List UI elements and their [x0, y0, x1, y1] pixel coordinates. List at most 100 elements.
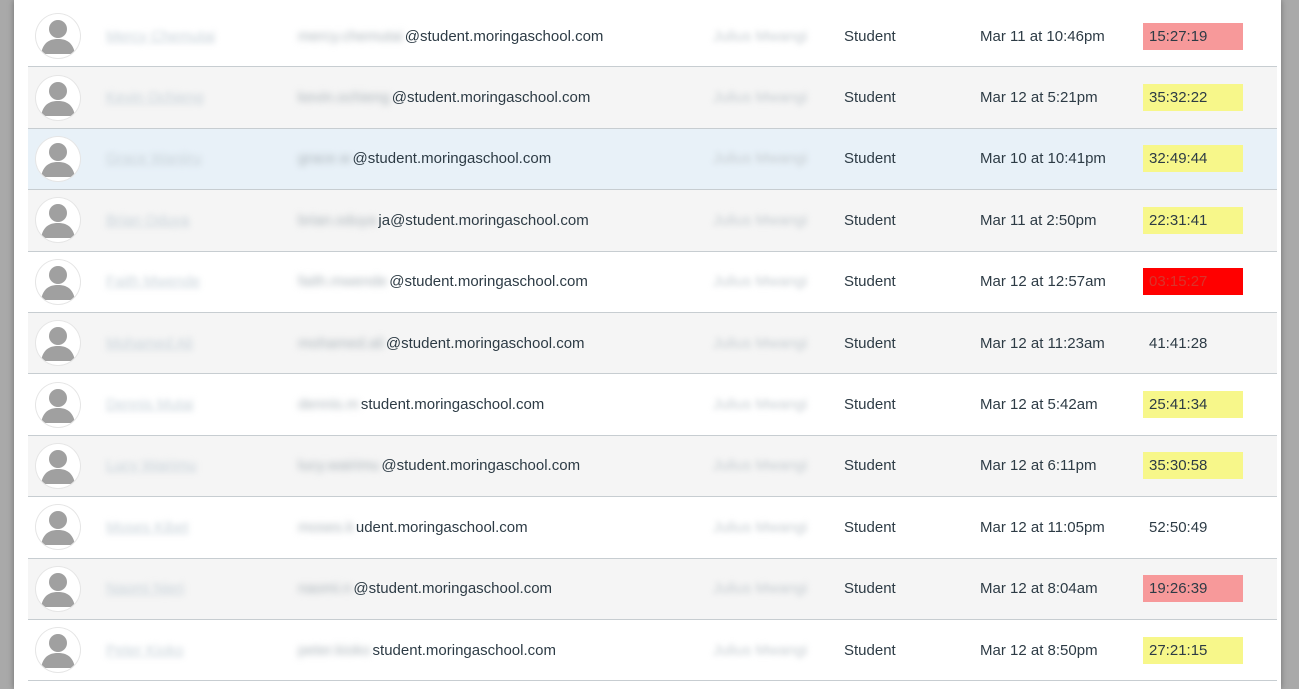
name-cell: Moses Kibet [106, 497, 276, 557]
section-cell: Julius Mwangi [713, 559, 823, 619]
student-name-link[interactable]: Faith Mwende [106, 273, 200, 290]
table-row[interactable]: Naomi Njeri naomi.n @student.moringaschoo… [28, 558, 1277, 620]
avatar[interactable] [36, 321, 80, 366]
last-activity-cell: Mar 12 at 6:11pm [980, 457, 1097, 475]
student-name-link[interactable]: Kevin Ochieng [106, 89, 204, 106]
table-row[interactable]: Kevin Ochieng kevin.ochieng @student.mori… [28, 67, 1277, 129]
total-activity-badge: 41:41:28 [1149, 334, 1208, 352]
role-cell: Student [844, 457, 896, 475]
last-activity-cell: Mar 11 at 10:46pm [980, 27, 1105, 45]
email-cell: peter.kioko student.moringaschool.com [298, 620, 718, 680]
section-cell: Julius Mwangi [713, 620, 823, 680]
role-cell: Student [844, 518, 896, 536]
student-name-link[interactable]: Grace Wanjiru [106, 150, 201, 167]
email-domain: udent.moringaschool.com [355, 518, 528, 536]
student-name-link[interactable]: Moses Kibet [106, 519, 189, 536]
last-activity-cell: Mar 12 at 5:21pm [980, 89, 1098, 107]
name-cell: Peter Kioko [106, 620, 276, 680]
last-activity-cell: Mar 12 at 5:42am [980, 396, 1098, 414]
role-cell: Student [844, 273, 896, 291]
last-activity-cell: Mar 12 at 12:57am [980, 273, 1106, 291]
student-name-link[interactable]: Peter Kioko [106, 642, 184, 659]
user-silhouette-icon [36, 628, 80, 673]
last-activity-cell: Mar 12 at 11:23am [980, 334, 1105, 352]
last-activity-cell: Mar 12 at 8:50pm [980, 641, 1098, 659]
section-name: Julius Mwangi [713, 396, 808, 414]
section-cell: Julius Mwangi [713, 129, 823, 189]
student-name-link[interactable]: Lucy Wairimu [106, 457, 196, 474]
name-cell: Mohamed Ali [106, 313, 276, 373]
role-cell: Student [844, 580, 896, 598]
email-domain: @student.moringaschool.com [381, 457, 581, 475]
user-silhouette-icon [36, 75, 80, 120]
last-activity-cell: Mar 12 at 11:05pm [980, 518, 1105, 536]
avatar[interactable] [36, 75, 80, 120]
name-cell: Dennis Mutai [106, 374, 276, 434]
table-row[interactable]: Grace Wanjiru grace.w @student.moringasch… [28, 128, 1277, 191]
table-row[interactable]: Mercy Chemutai mercy.chemutai @student.mo… [28, 6, 1277, 68]
section-cell: Julius Mwangi [713, 374, 823, 434]
total-activity-badge: 15:27:19 [1143, 22, 1243, 50]
email-local-part: naomi.n [298, 580, 352, 598]
email-domain: @student.moringaschool.com [385, 334, 585, 352]
table-row[interactable]: Faith Mwende faith.mwende @student.moring… [28, 252, 1277, 313]
role-cell: Student [844, 27, 896, 45]
email-cell: naomi.n @student.moringaschool.com [298, 559, 718, 619]
total-activity-cell: 22:31:41 [1143, 190, 1281, 250]
name-cell: Faith Mwende [106, 252, 276, 312]
name-cell: Lucy Wairimu [106, 436, 276, 496]
avatar[interactable] [36, 198, 80, 243]
avatar[interactable] [36, 443, 80, 488]
student-name-link[interactable]: Brian Oduya [106, 212, 189, 229]
name-cell: Kevin Ochieng [106, 67, 276, 127]
section-cell: Julius Mwangi [713, 67, 823, 127]
total-activity-cell: 15:27:19 [1143, 6, 1281, 66]
avatar[interactable] [36, 505, 80, 550]
total-activity-cell: 19:26:39 [1143, 559, 1281, 619]
role-cell: Student [844, 641, 896, 659]
table-row[interactable]: Brian Oduya brian.oduya ja@student.moring… [28, 190, 1277, 252]
student-name-link[interactable]: Mercy Chemutai [106, 28, 215, 45]
email-local-part: mohamed.ali [298, 334, 384, 352]
table-row[interactable]: Moses Kibet moses.k udent.moringaschool.c… [28, 497, 1277, 559]
email-local-part: faith.mwende [298, 273, 388, 291]
last-activity-cell: Mar 12 at 8:04am [980, 580, 1098, 598]
avatar[interactable] [36, 259, 80, 304]
email-cell: mercy.chemutai @student.moringaschool.com [298, 6, 718, 66]
email-cell: dennis.m student.moringaschool.com [298, 374, 718, 434]
email-domain: @student.moringaschool.com [391, 89, 591, 107]
people-table-frame: Mercy Chemutai mercy.chemutai @student.mo… [14, 0, 1281, 689]
role-cell: Student [844, 150, 896, 168]
section-cell: Julius Mwangi [713, 436, 823, 496]
user-silhouette-icon [36, 198, 80, 243]
last-activity-cell: Mar 11 at 2:50pm [980, 211, 1097, 229]
student-name-link[interactable]: Dennis Mutai [106, 396, 194, 413]
avatar[interactable] [36, 136, 80, 181]
total-activity-badge: 35:30:58 [1143, 452, 1243, 480]
avatar[interactable] [36, 382, 80, 427]
email-local-part: grace.w [298, 150, 351, 168]
student-name-link[interactable]: Naomi Njeri [106, 580, 184, 597]
section-name: Julius Mwangi [713, 273, 808, 291]
role-cell: Student [844, 89, 896, 107]
total-activity-badge: 52:50:49 [1149, 518, 1208, 536]
table-row[interactable]: Dennis Mutai dennis.m student.moringascho… [28, 374, 1277, 436]
avatar[interactable] [36, 14, 80, 59]
table-row[interactable]: Mohamed Ali mohamed.ali @student.moringas… [28, 312, 1277, 375]
table-row[interactable]: Peter Kioko peter.kioko student.moringasc… [28, 620, 1277, 682]
student-name-link[interactable]: Mohamed Ali [106, 335, 193, 352]
user-silhouette-icon [36, 321, 80, 366]
email-domain: student.moringaschool.com [360, 396, 545, 414]
user-silhouette-icon [36, 14, 80, 59]
total-activity-cell: 03:15:27 [1143, 252, 1281, 312]
total-activity-badge: 27:21:15 [1143, 636, 1243, 664]
email-local-part: moses.k [298, 518, 354, 536]
total-activity-badge: 22:31:41 [1143, 206, 1243, 234]
email-domain: @student.moringaschool.com [389, 273, 588, 291]
avatar[interactable] [36, 566, 80, 611]
email-cell: lucy.wairimu @student.moringaschool.com [298, 436, 718, 496]
total-activity-badge: 19:26:39 [1143, 575, 1243, 603]
avatar[interactable] [36, 628, 80, 673]
table-row[interactable]: Lucy Wairimu lucy.wairimu @student.moring… [28, 435, 1277, 498]
section-name: Julius Mwangi [713, 518, 808, 536]
